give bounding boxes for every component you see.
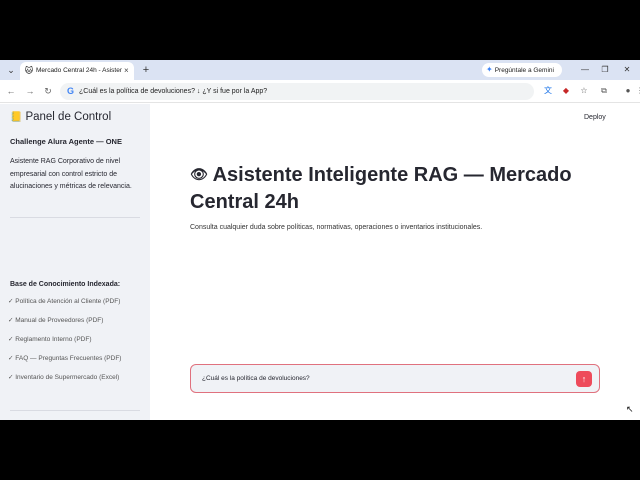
sidebar-title-text: Panel de Control (25, 111, 112, 123)
streamlit-favicon-icon: 🐱 (24, 66, 34, 75)
knowledge-base-item: ✓ Manual de Proveedores (PDF) (8, 317, 104, 324)
browser-window: ⌄ 🐱 Mercado Central 24h - Asistente × + … (0, 60, 640, 420)
menu-dots-icon[interactable]: ⋮ (636, 85, 640, 97)
back-icon[interactable]: ← (5, 85, 17, 97)
knowledge-base-item: ✓ Política de Atención al Cliente (PDF) (8, 298, 121, 305)
knowledge-base-item: ✓ Inventario de Supermercado (Excel) (8, 374, 120, 381)
sidebar-description: Asistente RAG Corporativo de nivel empre… (10, 158, 132, 190)
extension-icon[interactable]: ◆ (560, 85, 572, 97)
chat-input-text[interactable]: ¿Cuál es la política de devoluciones? (202, 373, 562, 384)
browser-tab[interactable]: 🐱 Mercado Central 24h - Asistente × (20, 62, 134, 80)
sidebar-title: 📒 Panel de Control (10, 109, 145, 125)
close-window-icon[interactable]: ✕ (620, 63, 634, 77)
sidebar-divider (10, 410, 140, 411)
bookmark-icon[interactable]: ☆ (578, 85, 590, 97)
reload-icon[interactable]: ↻ (42, 85, 54, 97)
tab-close-icon[interactable]: × (124, 66, 133, 76)
challenge-label: Challenge Alura Agente — ONE (10, 137, 122, 146)
tab-strip: ⌄ 🐱 Mercado Central 24h - Asistente × + … (0, 60, 640, 80)
page-title: 👁 Asistente Inteligente RAG — Mercado Ce… (190, 161, 610, 213)
page-title-text: Asistente Inteligente RAG — Mercado Cent… (190, 164, 572, 213)
forward-icon[interactable]: → (24, 85, 36, 97)
ask-gemini-button[interactable]: ✦ Pregúntale a Gemini (482, 63, 562, 77)
mouse-cursor-icon: ↖ (626, 404, 634, 414)
browser-toolbar: ← → ↻ G ¿Cuál es la política de devoluci… (0, 80, 640, 103)
ledger-icon: 📒 (10, 112, 23, 123)
knowledge-base-title: Base de Conocimiento Indexada: (10, 281, 121, 288)
gemini-sparkle-icon: ✦ (486, 65, 493, 74)
restore-icon[interactable]: ❐ (598, 63, 612, 77)
ask-gemini-label: Pregúntale a Gemini (494, 67, 554, 74)
knowledge-base-item: ✓ FAQ — Preguntas Frecuentes (PDF) (8, 355, 122, 362)
google-icon: G (66, 86, 74, 96)
address-bar[interactable]: G ¿Cuál es la política de devoluciones? … (60, 83, 534, 100)
knowledge-base-item: ✓ Reglamento Interno (PDF) (8, 336, 92, 343)
profile-avatar-icon[interactable]: ● (622, 85, 634, 97)
deploy-button[interactable]: Deploy (584, 112, 616, 124)
minimize-icon[interactable]: — (578, 63, 592, 77)
extensions-puzzle-icon[interactable]: ⧉ (598, 85, 610, 97)
new-tab-button[interactable]: + (140, 64, 152, 76)
chat-input[interactable]: ¿Cuál es la política de devoluciones? ↑ (190, 364, 600, 393)
arrow-up-icon: ↑ (581, 374, 587, 384)
address-text[interactable]: ¿Cuál es la política de devoluciones? ↓ … (79, 86, 519, 97)
tab-search-icon[interactable]: ⌄ (4, 64, 18, 76)
tab-title: Mercado Central 24h - Asistente (36, 67, 122, 74)
translate-icon[interactable]: 文 (542, 85, 554, 97)
send-button[interactable]: ↑ (576, 371, 592, 387)
sidebar-divider (10, 217, 140, 218)
page-subtitle: Consulta cualquier duda sobre políticas,… (190, 224, 483, 231)
eye-icon: 👁 (190, 166, 208, 182)
